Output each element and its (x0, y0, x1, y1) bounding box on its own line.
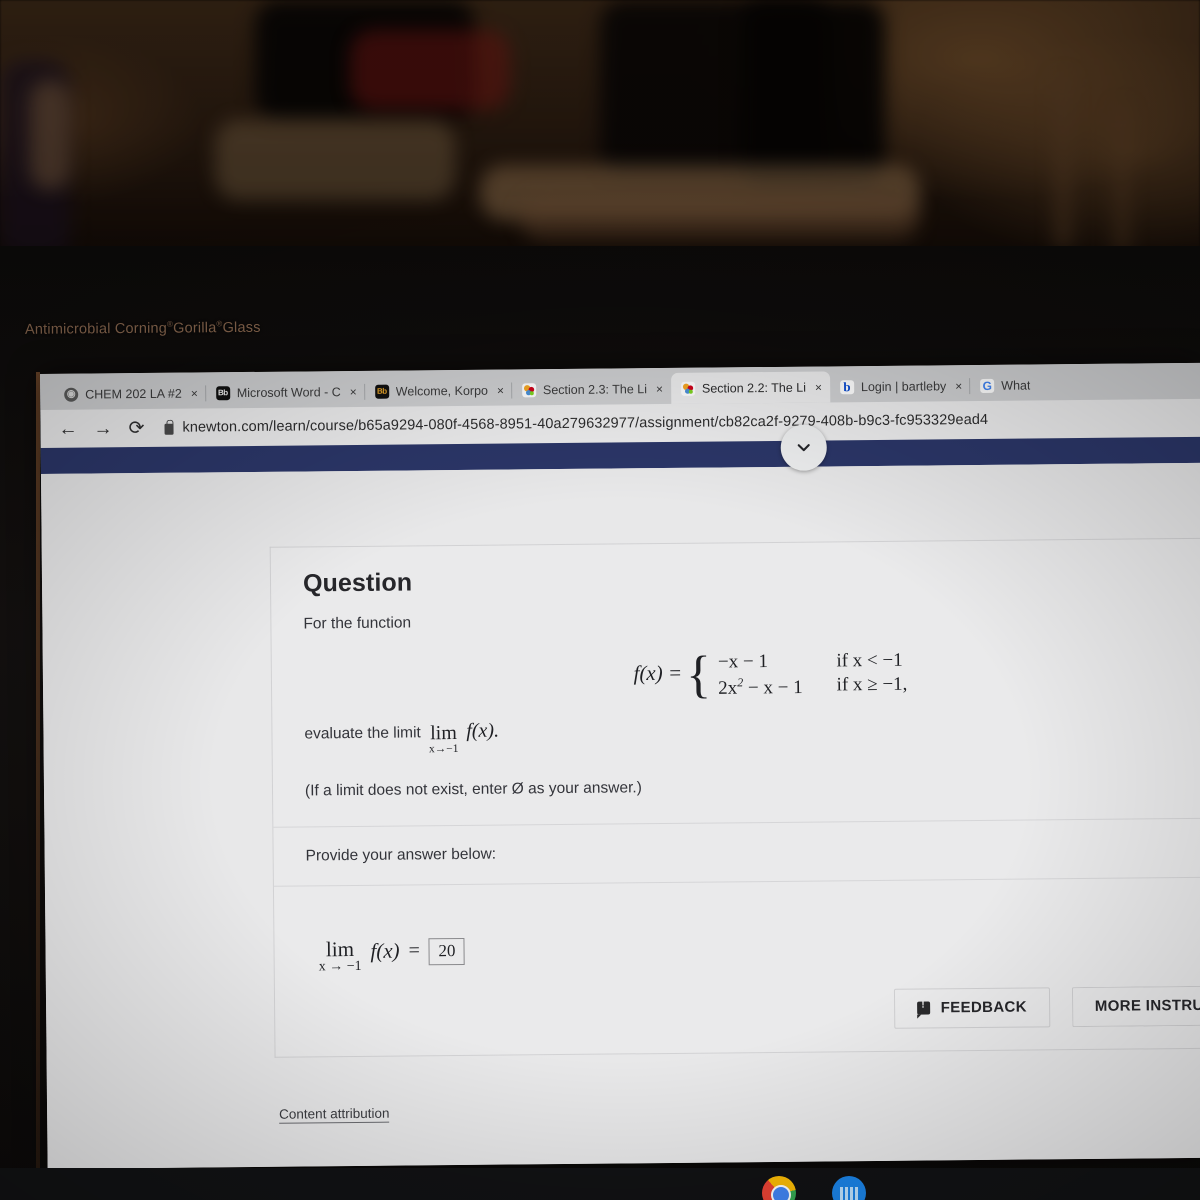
bartleby-icon: b (839, 379, 855, 394)
cases-grid: −x − 1 if x < −1 2x2 − x − 1 if x ≥ −1, (718, 650, 908, 700)
feedback-button[interactable]: FEEDBACK (893, 987, 1051, 1029)
close-icon[interactable]: × (350, 384, 357, 398)
tab-label: What (1001, 377, 1031, 393)
question-card: Question For the function f(x) = { −x − … (269, 537, 1200, 1058)
reload-button[interactable]: ⟳ (128, 418, 144, 439)
feedback-button-label: FEEDBACK (940, 998, 1027, 1017)
tab-label: Section 2.2: The Li (701, 380, 807, 396)
question-section: Question For the function f(x) = { −x − … (271, 538, 1200, 826)
limit-op-text: lim (430, 722, 457, 745)
page-title: Question (302, 568, 413, 598)
answer-equation: lim x → −1 f(x) = 20 (318, 936, 466, 975)
more-instruction-button-label: MORE INSTRUCTION (1094, 996, 1200, 1016)
shelf-icon-group (762, 1176, 866, 1200)
browser-tab-section-2-2[interactable]: Section 2.2: The Li × (670, 371, 831, 404)
bezel-brand-pre: Antimicrobial Corning (24, 320, 168, 338)
back-button[interactable]: ← (58, 418, 77, 439)
forward-button[interactable]: → (93, 418, 112, 439)
chrome-icon[interactable] (762, 1176, 796, 1200)
browser-tab-microsoft-word[interactable]: Bb Microsoft Word - C × (206, 376, 365, 409)
bezel-brand-post: Glass (222, 319, 261, 337)
more-instruction-button[interactable]: MORE INSTRUCTION (1071, 985, 1200, 1027)
address-bar[interactable]: knewton.com/learn/course/b65a9294-080f-4… (164, 412, 988, 436)
bezel-branding-text: Antimicrobial Corning®Gorilla®Glass (25, 319, 261, 338)
close-icon[interactable]: × (497, 383, 504, 397)
cases-group: { −x − 1 if x < −1 2x2 − x − 1 if x ≥ −1… (685, 646, 908, 704)
laptop-lid-edge (36, 372, 40, 1192)
browser-tab-chem202[interactable]: ◉ CHEM 202 LA #2 × (54, 377, 206, 409)
blackboard-icon: Bb (374, 384, 389, 399)
tab-label: Microsoft Word - C (236, 384, 341, 400)
provide-answer-label: Provide your answer below: (305, 845, 497, 865)
provide-answer-section: Provide your answer below: (273, 818, 1200, 886)
chevron-down-icon (797, 444, 810, 452)
google-icon: G (980, 378, 995, 393)
assignment-page: Question For the function f(x) = { −x − … (40, 462, 1200, 1169)
answer-limit-op-text: lim (325, 936, 355, 962)
files-app-icon[interactable] (832, 1176, 866, 1200)
tab-label: CHEM 202 LA #2 (85, 386, 182, 402)
question-prompt-line: For the function (303, 614, 412, 633)
browser-window: ◉ CHEM 202 LA #2 × Bb Microsoft Word - C… (40, 362, 1200, 1169)
globe-icon: ◉ (64, 387, 79, 402)
tab-label: Login | bartleby (860, 378, 947, 394)
close-icon[interactable]: × (191, 386, 198, 400)
case-2-expr-main: 2x (718, 677, 738, 699)
tab-label: Section 2.3: The Li (542, 381, 648, 397)
tab-label: Welcome, Korpo (395, 383, 488, 399)
browser-tab-section-2-3[interactable]: Section 2.3: The Li × (512, 373, 671, 406)
case-1-expression: −x − 1 (717, 651, 769, 673)
url-text: knewton.com/learn/course/b65a9294-080f-4… (182, 411, 989, 436)
answer-equals-sign: = (408, 939, 420, 962)
case-2-condition: if x ≥ −1, (837, 674, 908, 699)
knewton-icon (680, 381, 696, 396)
photo-of-laptop: Antimicrobial Corning®Gorilla®Glass ◉ CH… (0, 0, 1200, 1200)
left-brace: { (685, 646, 712, 704)
limit-function-text: f(x). (466, 719, 500, 743)
knewton-icon (521, 382, 537, 397)
chromeos-shelf (0, 1168, 1200, 1200)
close-icon[interactable]: × (656, 382, 663, 396)
answer-input[interactable]: 20 (428, 937, 466, 966)
answer-function-text: f(x) (370, 938, 400, 963)
close-icon[interactable]: × (955, 379, 962, 393)
piecewise-function-formula: f(x) = { −x − 1 if x < −1 2x2 − x − 1 if… (304, 647, 1200, 704)
action-button-row: FEEDBACK MORE INSTRUCTION (893, 985, 1200, 1029)
limit-subscript: x→−1 (428, 743, 459, 756)
case-2-condition-text: if x ≥ −1 (836, 673, 903, 696)
case-2-expr-tail: − x − 1 (743, 677, 803, 699)
answer-limit-subscript: x → −1 (318, 958, 362, 975)
collapse-header-button[interactable] (780, 424, 827, 471)
lock-icon (164, 423, 174, 435)
browser-tab-google-search[interactable]: G What (970, 369, 1038, 401)
browser-tab-bartleby[interactable]: b Login | bartleby × (830, 370, 971, 402)
blackboard-icon: Bb (215, 385, 230, 400)
function-lhs: f(x) = (633, 660, 683, 686)
answer-limit-operator: lim x → −1 (318, 936, 362, 975)
bezel-brand-mid: Gorilla (173, 320, 217, 337)
dne-note: (If a limit does not exist, enter Ø as y… (304, 779, 642, 800)
browser-tab-welcome-korpo[interactable]: Bb Welcome, Korpo × (365, 374, 512, 406)
evaluate-text: evaluate the limit (304, 724, 421, 743)
limit-operator: lim x→−1 (428, 722, 459, 756)
close-icon[interactable]: × (815, 380, 822, 394)
case-1-condition: if x < −1 (836, 649, 903, 672)
cases-trailing-comma: , (902, 673, 908, 695)
evaluate-limit-line: evaluate the limit lim x→−1 f(x). (304, 713, 1200, 756)
feedback-flag-icon (916, 1001, 930, 1015)
content-attribution-link[interactable]: Content attribution (279, 1105, 390, 1124)
answer-input-area: lim x → −1 f(x) = 20 FEEDBACK MO (274, 877, 1200, 1057)
case-2-expression: 2x2 − x − 1 (718, 675, 803, 700)
